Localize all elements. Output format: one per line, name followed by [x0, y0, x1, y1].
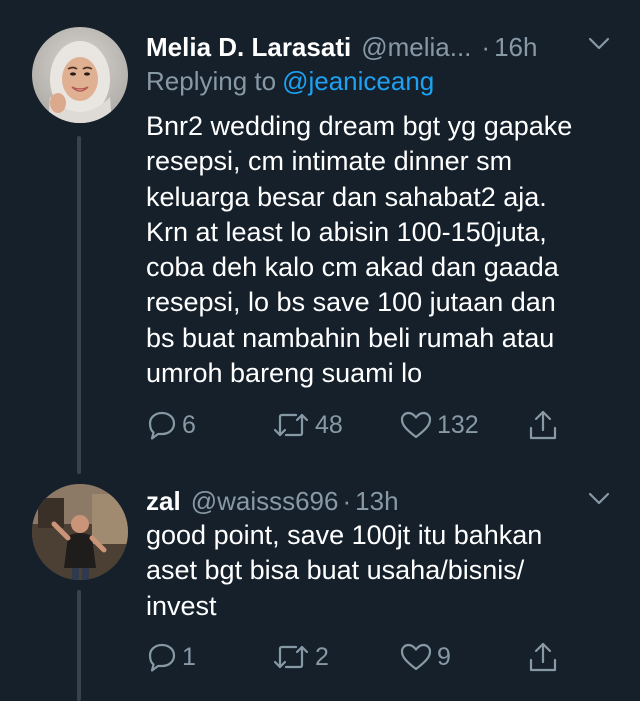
replying-to-label: Replying to	[146, 66, 277, 96]
heart-icon	[400, 411, 432, 439]
retweet-button[interactable]: 48	[271, 405, 343, 445]
comment-bubble-icon	[148, 411, 176, 440]
conversation-thread: Melia D. Larasati @melia... · 16h Replyi…	[0, 0, 640, 701]
retweet-arrows-icon	[273, 645, 309, 669]
replying-to: Replying to @jeaniceang	[146, 66, 434, 97]
display-name[interactable]: zal	[146, 486, 181, 517]
reply-button[interactable]: 1	[146, 637, 196, 677]
tweet-text: good point, save 100jt itu bahkan aset b…	[146, 520, 543, 621]
retweet-count: 2	[315, 642, 329, 671]
share-upload-icon	[529, 410, 557, 440]
chevron-down-icon[interactable]	[586, 30, 612, 56]
separator-dot: ·	[481, 32, 491, 62]
reply-count: 6	[182, 410, 196, 439]
reply-button[interactable]: 6	[146, 405, 196, 445]
reply-count: 1	[182, 642, 196, 671]
avatar[interactable]	[32, 27, 128, 123]
tweet-header: Melia D. Larasati @melia... · 16h	[146, 32, 616, 63]
like-button[interactable]: 9	[399, 637, 451, 677]
separator-dot: ·	[342, 486, 352, 516]
tweet-actions: 1 2 9	[146, 637, 586, 677]
avatar[interactable]	[32, 484, 128, 580]
timestamp[interactable]: 13h	[355, 486, 398, 517]
display-name[interactable]: Melia D. Larasati	[146, 32, 351, 63]
timestamp[interactable]: 16h	[494, 32, 537, 63]
thread-connector-line	[77, 136, 81, 474]
share-button[interactable]	[526, 637, 560, 677]
retweet-button[interactable]: 2	[271, 637, 329, 677]
heart-icon	[400, 643, 432, 671]
reply-mention-link[interactable]: @jeaniceang	[282, 66, 434, 96]
comment-bubble-icon	[148, 643, 176, 672]
user-handle[interactable]: @waisss696	[191, 486, 339, 517]
like-button[interactable]: 132	[399, 405, 479, 445]
tweet-actions: 6 48 132	[146, 405, 586, 445]
tweet-header: zal @waisss696 · 13h	[146, 486, 616, 517]
like-count: 132	[437, 410, 479, 439]
thread-connector-line	[77, 590, 81, 701]
like-count: 9	[437, 642, 451, 671]
tweet-text: Bnr2 wedding dream bgt yg gapake resepsi…	[146, 111, 573, 389]
chevron-down-icon[interactable]	[586, 485, 612, 511]
share-upload-icon	[529, 642, 557, 672]
user-handle[interactable]: @melia...	[361, 32, 471, 63]
retweet-arrows-icon	[273, 413, 309, 437]
share-button[interactable]	[526, 405, 560, 445]
retweet-count: 48	[315, 410, 343, 439]
